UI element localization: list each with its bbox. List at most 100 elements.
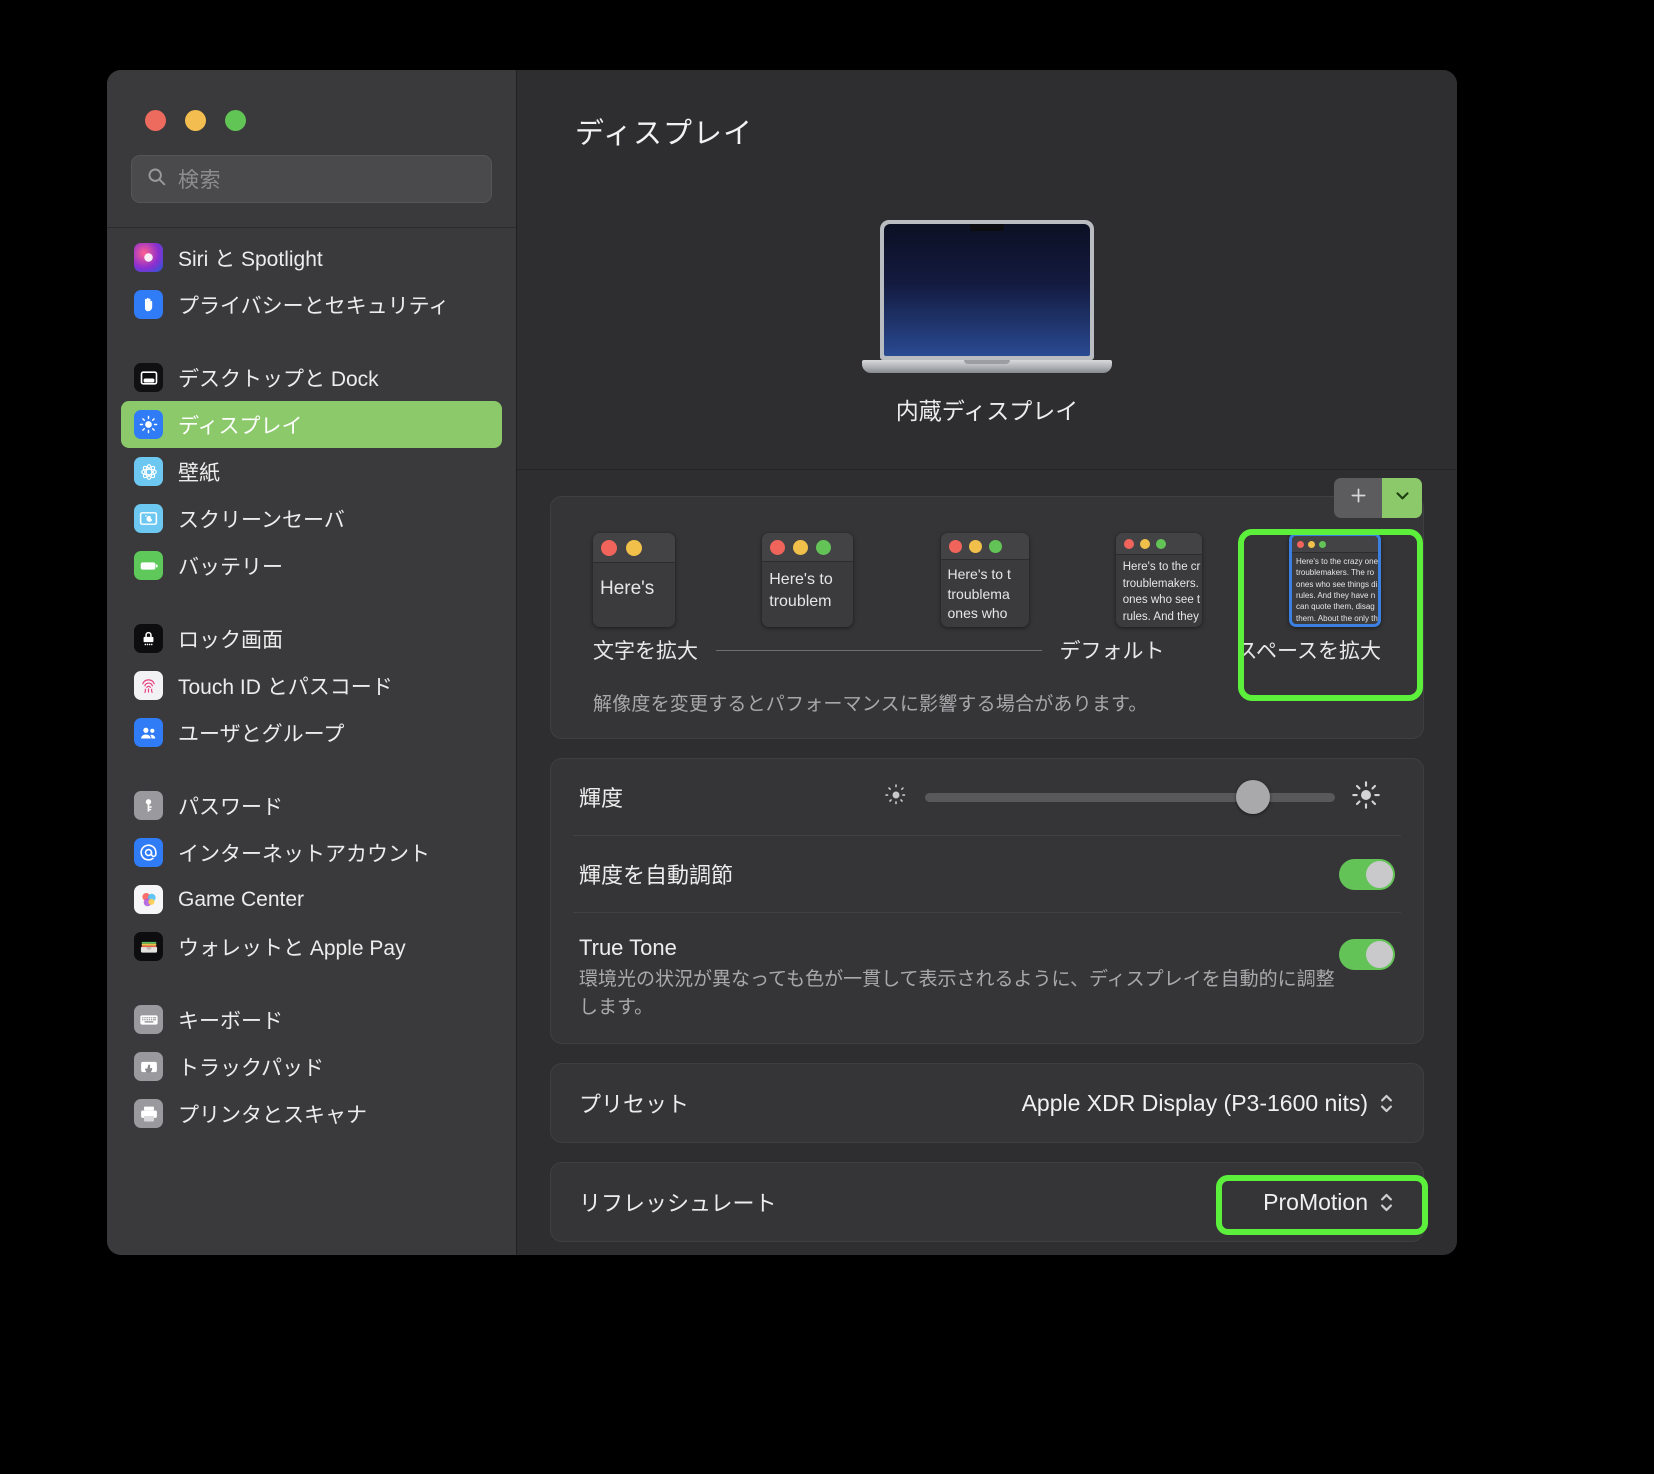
resolution-hint: 解像度を変更するとパフォーマンスに影響する場合があります。 [593, 694, 1148, 715]
preview-titlebar [940, 533, 1029, 560]
minimize-button[interactable] [185, 110, 206, 131]
sidebar-item-wallet-apple-pay[interactable]: ウォレットと Apple Pay [121, 923, 502, 970]
resolution-option-2[interactable]: Here's to troublem [762, 533, 854, 627]
sidebar-item-lock-screen[interactable]: ロック画面 [121, 615, 502, 662]
true-tone-toggle[interactable] [1339, 939, 1395, 970]
resolution-option-3[interactable]: Here's to t troublema ones who [940, 533, 1029, 627]
sidebar-item-display[interactable]: ディスプレイ [121, 401, 502, 448]
sidebar-item-touch-id-passcode[interactable]: Touch ID とパスコード [121, 662, 502, 709]
sidebar-item-keyboard[interactable]: キーボード [121, 996, 502, 1043]
at-sign-icon [134, 838, 163, 867]
preset-row: プリセット Apple XDR Display (P3-1600 nits) [551, 1064, 1423, 1142]
sidebar-item-internet-accounts[interactable]: インターネットアカウント [121, 829, 502, 876]
brightness-track[interactable] [925, 780, 1335, 814]
resolution-option-default[interactable]: Here's to the cr troublemakers. ones who… [1115, 533, 1202, 627]
brightness-label: 輝度 [579, 786, 624, 811]
preview-dot-green [988, 539, 1002, 553]
sidebar-item-trackpad[interactable]: トラックパッド [121, 1043, 502, 1090]
brightness-card: 輝度 輝度を自動調節 True Tone 環境光の状況が異なっても色が一貫して表… [550, 758, 1424, 1045]
add-display-dropdown-button[interactable] [1382, 478, 1422, 518]
trackpad-icon [134, 1052, 163, 1081]
preview-dot-red [1297, 540, 1304, 548]
preset-label: プリセット [579, 1092, 690, 1118]
search-icon [146, 166, 167, 192]
preview-dot-green [816, 539, 832, 555]
resolution-preview: Here's to troublem [762, 533, 854, 627]
preview-text: Here's to the crazy one troublemakers. T… [1296, 557, 1378, 623]
preview-text: Here's to t troublema ones who [947, 566, 1011, 622]
search-placeholder: 検索 [178, 169, 221, 192]
display-header-block: ディスプレイ 内蔵ディスプレイ [517, 70, 1457, 518]
sidebar-item-label: Touch ID とパスコード [178, 675, 393, 699]
sidebar-item-desktop-dock[interactable]: デスクトップと Dock [121, 354, 502, 401]
sidebar-item-wallpaper[interactable]: 壁紙 [121, 448, 502, 495]
sidebar-item-label: インターネットアカウント [178, 842, 430, 866]
sidebar-item-users-groups[interactable]: ユーザとグループ [121, 709, 502, 756]
sidebar-item-battery[interactable]: バッテリー [121, 542, 502, 589]
sidebar-item-printers-scanners[interactable]: プリンタとスキャナ [121, 1090, 502, 1137]
wallet-icon [134, 932, 163, 961]
preview-dot-yellow [793, 539, 809, 555]
zoom-button[interactable] [225, 110, 246, 131]
preview-dot-red [948, 539, 962, 553]
preview-titlebar [1115, 533, 1202, 555]
brightness-high-icon [1351, 780, 1381, 815]
close-button[interactable] [145, 110, 166, 131]
chevron-down-icon [1394, 487, 1411, 509]
preset-popup-button[interactable]: Apple XDR Display (P3-1600 nits) [1022, 1090, 1395, 1117]
add-display-group[interactable] [1334, 478, 1422, 518]
display-name-label: 内蔵ディスプレイ [895, 398, 1079, 424]
resolution-labels: 文字を拡大 デフォルト スペースを拡大 [551, 627, 1423, 683]
preview-dot-yellow [626, 539, 642, 556]
refresh-rate-card: リフレッシュレート ProMotion [550, 1162, 1424, 1243]
refresh-rate-value: ProMotion [1263, 1188, 1368, 1215]
sidebar-nav[interactable]: Siri と Spotlight プライバシーとセキュリティ デスクトップと D… [107, 228, 516, 1255]
settings-cards: Here's Here's to troublem Here's to t tr… [517, 470, 1457, 1243]
macbook-screen [884, 224, 1090, 356]
brightness-row: 輝度 [551, 759, 1423, 835]
true-tone-description: 環境光の状況が異なっても色が一貫して表示されるように、ディスプレイを自動的に調整… [579, 969, 1335, 1018]
sidebar-item-label: Game Center [178, 887, 305, 911]
chevron-updown-icon [1378, 1091, 1395, 1116]
chevron-updown-icon [1378, 1190, 1395, 1215]
preview-dot-green [1319, 540, 1326, 548]
brightness-slider[interactable] [883, 780, 1381, 815]
auto-brightness-row: 輝度を自動調節 [551, 836, 1423, 912]
resolution-label-default: デフォルト [1059, 640, 1165, 663]
resolution-track[interactable] [716, 649, 1042, 651]
resolution-thumbnails[interactable]: Here's Here's to troublem Here's to t tr… [551, 497, 1423, 627]
true-tone-label: True Tone [579, 935, 677, 960]
add-display-button[interactable] [1334, 478, 1382, 518]
sidebar: 検索 Siri と Spotlight プライバシーとセキュリティ デスクトップ… [107, 70, 517, 1255]
sidebar-item-label: ユーザとグループ [178, 722, 345, 746]
macbook-illustration[interactable] [862, 220, 1112, 373]
resolution-option-more-space[interactable]: Here's to the crazy one troublemakers. T… [1289, 533, 1381, 627]
preview-dot-yellow [968, 539, 982, 553]
main-content: ディスプレイ 内蔵ディスプレイ Here's Here's to trouble… [517, 70, 1457, 1255]
plus-icon [1348, 485, 1369, 511]
desktop-dock-icon [134, 363, 163, 392]
display-brightness-icon [134, 410, 163, 439]
resolution-label-larger-text: 文字を拡大 [593, 640, 698, 663]
sidebar-item-privacy-security[interactable]: プライバシーとセキュリティ [121, 281, 502, 328]
refresh-rate-popup-button[interactable]: ProMotion [1263, 1189, 1395, 1216]
wallpaper-icon [134, 457, 163, 486]
sidebar-item-passwords[interactable]: パスワード [121, 782, 502, 829]
auto-brightness-toggle[interactable] [1339, 858, 1395, 890]
search-field[interactable]: 検索 [131, 155, 492, 203]
siri-icon [134, 243, 163, 272]
sidebar-item-game-center[interactable]: Game Center [121, 876, 502, 923]
sidebar-item-label: スクリーンセーバ [178, 508, 345, 532]
macbook-lid [880, 220, 1094, 360]
sidebar-item-screensaver[interactable]: スクリーンセーバ [121, 495, 502, 542]
users-groups-icon [134, 718, 163, 747]
sidebar-item-siri-spotlight[interactable]: Siri と Spotlight [121, 234, 502, 281]
window-controls [107, 70, 516, 131]
brightness-knob[interactable] [1236, 780, 1270, 814]
sidebar-item-label: パスワード [178, 795, 283, 819]
sidebar-item-label: トラックパッド [178, 1056, 324, 1080]
resolution-option-larger-text[interactable]: Here's [593, 533, 675, 627]
resolution-card: Here's Here's to troublem Here's to t tr… [550, 496, 1424, 739]
